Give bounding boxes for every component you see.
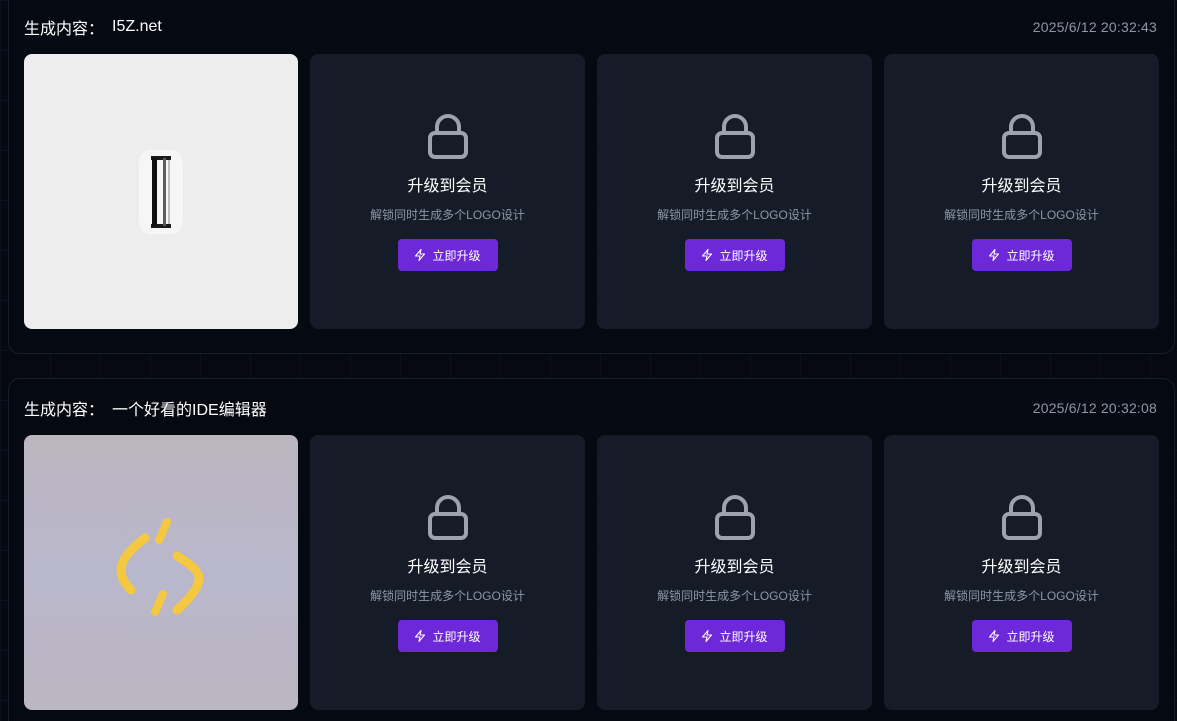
lock-subtitle: 解锁同时生成多个LOGO设计 bbox=[657, 208, 812, 222]
timestamp: 2025/6/12 20:32:08 bbox=[1032, 400, 1157, 416]
result-header: 生成内容： I5Z.net 2025/6/12 20:32:43 bbox=[24, 16, 1157, 38]
lightning-icon bbox=[702, 249, 713, 261]
page: 生成内容： I5Z.net 2025/6/12 20:32:43 升级到会员 解… bbox=[0, 0, 1177, 721]
lock-subtitle: 解锁同时生成多个LOGO设计 bbox=[370, 208, 525, 222]
upgrade-button[interactable]: 立即升级 bbox=[971, 239, 1072, 271]
lightning-icon bbox=[989, 630, 1000, 642]
generated-logo-image[interactable] bbox=[24, 54, 298, 329]
locked-card: 升级到会员 解锁同时生成多个LOGO设计 立即升级 bbox=[597, 54, 872, 329]
prompt-text: I5Z.net bbox=[112, 18, 162, 35]
logo-code-brackets-icon bbox=[116, 517, 204, 616]
lightning-icon bbox=[415, 630, 426, 642]
upgrade-button-label: 立即升级 bbox=[432, 629, 481, 644]
upgrade-button[interactable]: 立即升级 bbox=[397, 239, 498, 271]
result-header: 生成内容： 一个好看的IDE编辑器 2025/6/12 20:32:08 bbox=[24, 397, 1157, 419]
locked-card: 升级到会员 解锁同时生成多个LOGO设计 立即升级 bbox=[884, 54, 1159, 329]
timestamp: 2025/6/12 20:32:43 bbox=[1032, 19, 1157, 35]
upgrade-button-label: 立即升级 bbox=[432, 248, 481, 263]
lock-title: 升级到会员 bbox=[694, 178, 775, 195]
logo-cards: 升级到会员 解锁同时生成多个LOGO设计 立即升级 升级到会员 解锁同时生成多个… bbox=[24, 435, 1159, 710]
prompt-label: 生成内容： bbox=[24, 402, 105, 419]
lock-title: 升级到会员 bbox=[407, 559, 488, 576]
lock-subtitle: 解锁同时生成多个LOGO设计 bbox=[370, 589, 525, 603]
prompt-label: 生成内容： bbox=[24, 21, 105, 38]
lock-title: 升级到会员 bbox=[981, 559, 1062, 576]
generation-result-2: 生成内容： 一个好看的IDE编辑器 2025/6/12 20:32:08 升级到… bbox=[8, 378, 1175, 721]
generated-logo-image[interactable] bbox=[24, 435, 298, 710]
lightning-icon bbox=[702, 630, 713, 642]
lock-icon bbox=[1001, 495, 1042, 540]
generation-result-1: 生成内容： I5Z.net 2025/6/12 20:32:43 升级到会员 解… bbox=[8, 0, 1175, 354]
upgrade-button-label: 立即升级 bbox=[1006, 629, 1055, 644]
logo-i-bar-icon bbox=[139, 149, 183, 234]
upgrade-button-label: 立即升级 bbox=[719, 629, 768, 644]
locked-card: 升级到会员 解锁同时生成多个LOGO设计 立即升级 bbox=[884, 435, 1159, 710]
prompt: 生成内容： 一个好看的IDE编辑器 bbox=[24, 396, 267, 420]
lock-title: 升级到会员 bbox=[981, 178, 1062, 195]
logo-cards: 升级到会员 解锁同时生成多个LOGO设计 立即升级 升级到会员 解锁同时生成多个… bbox=[24, 54, 1159, 329]
lock-icon bbox=[427, 495, 468, 540]
prompt-text: 一个好看的IDE编辑器 bbox=[112, 402, 267, 419]
upgrade-button-label: 立即升级 bbox=[719, 248, 768, 263]
lock-title: 升级到会员 bbox=[407, 178, 488, 195]
lock-icon bbox=[1001, 114, 1042, 159]
lock-icon bbox=[714, 114, 755, 159]
lightning-icon bbox=[989, 249, 1000, 261]
lock-title: 升级到会员 bbox=[694, 559, 775, 576]
upgrade-button[interactable]: 立即升级 bbox=[397, 620, 498, 652]
lock-subtitle: 解锁同时生成多个LOGO设计 bbox=[944, 589, 1099, 603]
upgrade-button-label: 立即升级 bbox=[1006, 248, 1055, 263]
upgrade-button[interactable]: 立即升级 bbox=[684, 239, 785, 271]
prompt: 生成内容： I5Z.net bbox=[24, 15, 162, 39]
locked-card: 升级到会员 解锁同时生成多个LOGO设计 立即升级 bbox=[310, 435, 585, 710]
upgrade-button[interactable]: 立即升级 bbox=[684, 620, 785, 652]
lock-icon bbox=[714, 495, 755, 540]
lightning-icon bbox=[415, 249, 426, 261]
locked-card: 升级到会员 解锁同时生成多个LOGO设计 立即升级 bbox=[597, 435, 872, 710]
upgrade-button[interactable]: 立即升级 bbox=[971, 620, 1072, 652]
locked-card: 升级到会员 解锁同时生成多个LOGO设计 立即升级 bbox=[310, 54, 585, 329]
lock-icon bbox=[427, 114, 468, 159]
lock-subtitle: 解锁同时生成多个LOGO设计 bbox=[944, 208, 1099, 222]
lock-subtitle: 解锁同时生成多个LOGO设计 bbox=[657, 589, 812, 603]
